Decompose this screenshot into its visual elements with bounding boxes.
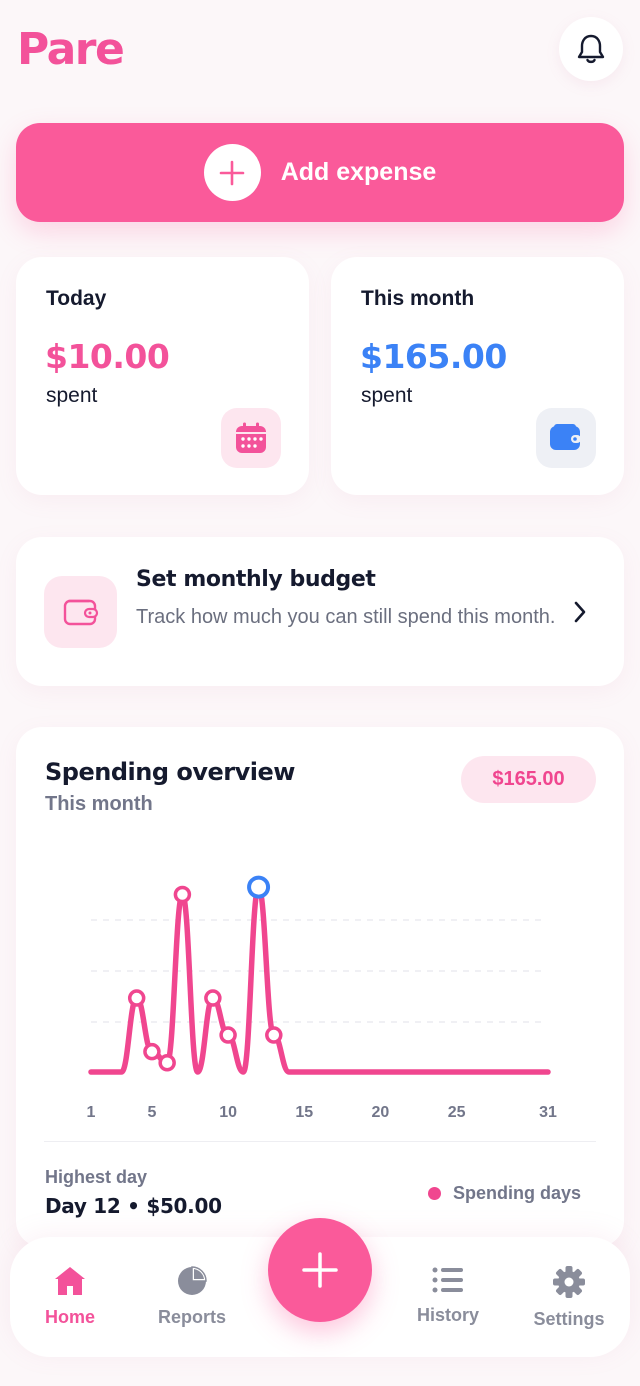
nav-settings-label: Settings <box>533 1309 605 1329</box>
chart-point[interactable] <box>143 1042 161 1061</box>
today-card[interactable]: Today $10.00 spent <box>16 257 309 495</box>
add-expense-label: Add expense <box>280 158 437 186</box>
budget-description: Track how much you can still spend this … <box>136 606 556 628</box>
calendar-icon <box>221 408 281 468</box>
list-icon <box>432 1267 463 1293</box>
chart-x-tick-label: 10 <box>219 1104 237 1121</box>
today-label: Today <box>46 287 107 310</box>
plus-icon <box>302 1252 338 1288</box>
chart-x-tick-label: 1 <box>87 1104 96 1121</box>
highest-day-value: Day 12 • $50.00 <box>45 1194 222 1218</box>
chart-point[interactable] <box>204 989 222 1007</box>
spending-overview-card: Spending overview This month $165.00 151… <box>16 727 624 1247</box>
today-sub: spent <box>46 384 98 407</box>
bell-icon <box>577 34 605 64</box>
chevron-right-icon <box>574 601 586 623</box>
chart-point[interactable] <box>173 885 192 904</box>
nav-settings[interactable]: Settings <box>514 1265 624 1330</box>
nav-reports-label: Reports <box>157 1307 226 1327</box>
home-icon <box>55 1267 85 1295</box>
chart-x-tick-label: 15 <box>295 1104 313 1121</box>
month-value: $165.00 <box>360 337 507 376</box>
nav-home[interactable]: Home <box>15 1265 125 1328</box>
month-label: This month <box>361 287 475 310</box>
plus-icon <box>203 144 261 201</box>
chart-x-tick-label: 5 <box>147 1104 156 1121</box>
chart-x-tick-label: 25 <box>448 1104 466 1121</box>
month-sub: spent <box>361 384 413 407</box>
nav-history[interactable]: History <box>393 1265 503 1326</box>
chart-point[interactable] <box>265 1026 283 1044</box>
notifications-button[interactable] <box>559 17 623 81</box>
chart-series-line <box>88 884 551 1075</box>
pie-chart-icon <box>178 1266 207 1295</box>
legend-dot <box>428 1187 441 1200</box>
wallet-outline-icon <box>44 576 117 648</box>
today-value: $10.00 <box>45 337 170 376</box>
nav-history-label: History <box>416 1305 479 1325</box>
wallet-icon <box>536 408 596 468</box>
chart-point-highlight[interactable] <box>247 875 271 899</box>
gear-icon <box>553 1266 585 1298</box>
nav-reports[interactable]: Reports <box>137 1265 247 1328</box>
app-logo: Pare <box>17 24 125 75</box>
spending-chart: 1 5 10 15 20 25 31 <box>87 875 557 1121</box>
chart-point[interactable] <box>158 1054 176 1072</box>
budget-title: Set monthly budget <box>136 567 376 592</box>
highest-day-label: Highest day <box>45 1167 148 1187</box>
chart-x-tick-label: 20 <box>372 1104 390 1121</box>
chart-legend: Spending days <box>428 1183 581 1204</box>
chart-point[interactable] <box>219 1026 237 1044</box>
month-card[interactable]: This month $165.00 spent <box>331 257 624 495</box>
chart-x-tick-label: 31 <box>539 1104 557 1121</box>
chart-point[interactable] <box>127 989 146 1007</box>
overview-divider <box>44 1141 596 1142</box>
legend-label: Spending days <box>453 1183 582 1203</box>
add-expense-button[interactable]: Add expense <box>16 123 624 222</box>
nav-home-label: Home <box>44 1307 95 1327</box>
floating-add-button[interactable] <box>268 1218 372 1322</box>
set-budget-card[interactable]: Set monthly budget Track how much you ca… <box>16 537 624 686</box>
